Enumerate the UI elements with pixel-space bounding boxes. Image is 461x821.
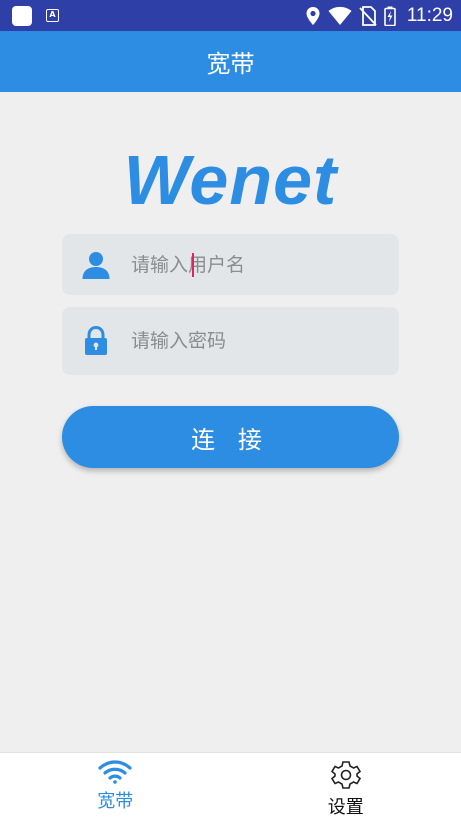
app-bar: 宽带 bbox=[0, 31, 461, 92]
wenet-logo: Wenet bbox=[123, 141, 338, 219]
status-time: 11:29 bbox=[406, 4, 453, 26]
password-input[interactable] bbox=[131, 324, 371, 358]
nav-label-settings: 设置 bbox=[327, 797, 364, 817]
app-notification-icon bbox=[12, 5, 32, 26]
accessibility-notification-icon: A bbox=[46, 9, 59, 22]
user-icon bbox=[80, 249, 112, 281]
no-sim-icon bbox=[359, 5, 377, 26]
location-icon bbox=[306, 6, 320, 25]
nav-label-broadband: 宽带 bbox=[97, 791, 134, 811]
lock-icon bbox=[80, 325, 112, 357]
wifi-signal-icon bbox=[328, 6, 352, 25]
wifi-icon bbox=[98, 760, 132, 784]
username-field[interactable] bbox=[62, 234, 399, 295]
status-bar: A 11:29 bbox=[0, 0, 461, 31]
connect-button[interactable]: 连 接 bbox=[62, 406, 399, 468]
text-cursor bbox=[192, 253, 194, 277]
nav-item-settings[interactable]: 设置 bbox=[231, 753, 461, 821]
gear-icon bbox=[330, 761, 361, 789]
page-title: 宽带 bbox=[206, 51, 255, 78]
battery-charging-icon bbox=[384, 6, 396, 26]
nav-item-broadband[interactable]: 宽带 bbox=[0, 753, 231, 821]
bottom-nav: 宽带 设置 bbox=[0, 752, 461, 821]
username-input[interactable] bbox=[131, 247, 371, 282]
password-field[interactable] bbox=[62, 307, 399, 375]
